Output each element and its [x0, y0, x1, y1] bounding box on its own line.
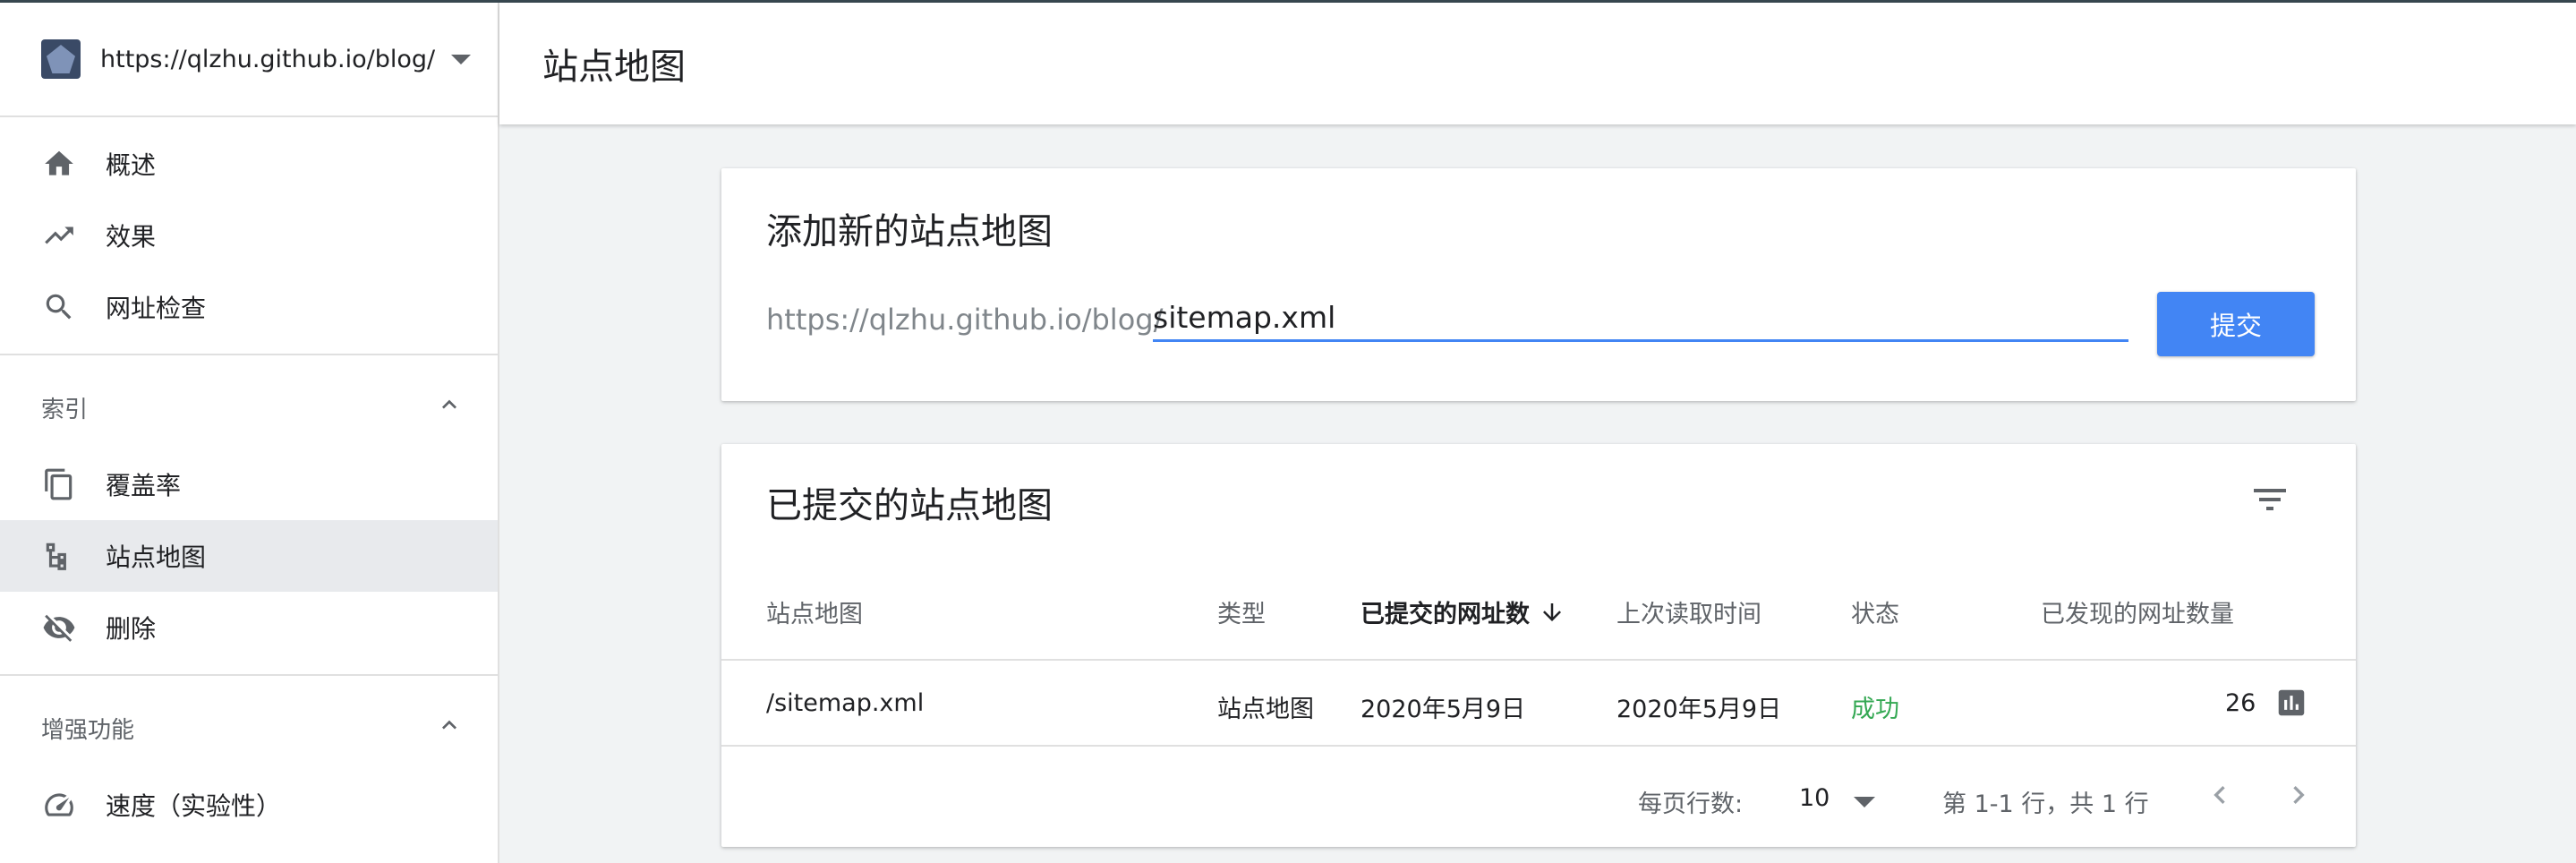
- dropdown-caret-icon[interactable]: [451, 54, 471, 64]
- chevron-left-icon[interactable]: [2202, 777, 2238, 813]
- page-header: 站点地图: [499, 3, 2576, 124]
- sidebar-item-label: 速度（实验性）: [106, 791, 282, 821]
- column-header-submitted[interactable]: 已提交的网址数: [1361, 594, 1565, 629]
- trending-up-icon: [41, 218, 77, 253]
- chevron-up-icon[interactable]: [435, 711, 464, 746]
- add-sitemap-title: 添加新的站点地图: [766, 211, 1053, 252]
- sidebar-item-performance[interactable]: 效果: [0, 200, 498, 271]
- add-sitemap-card: 添加新的站点地图 https://qlzhu.github.io/blog/ 提…: [721, 168, 2356, 401]
- filter-icon[interactable]: [2248, 478, 2291, 521]
- column-header-sitemap[interactable]: 站点地图: [766, 594, 863, 629]
- column-header-submitted-label: 已提交的网址数: [1361, 601, 1530, 628]
- sitemap-url-prefix: https://qlzhu.github.io/blog/: [766, 303, 1164, 337]
- speedometer-icon: [41, 787, 77, 823]
- section-header-enhancements[interactable]: 增强功能: [0, 687, 498, 769]
- sidebar-item-label: 效果: [106, 222, 157, 252]
- sidebar-item-url-inspection[interactable]: 网址检查: [0, 271, 498, 343]
- sidebar-item-overview[interactable]: 概述: [0, 128, 498, 200]
- cell-submitted: 2020年5月9日: [1361, 696, 1526, 723]
- bar-chart-icon[interactable]: [2274, 686, 2308, 720]
- nav-index-section: 索引 覆盖率 站点地图 删除: [0, 355, 498, 676]
- row-divider: [721, 745, 2356, 747]
- copy-pages-icon: [41, 466, 77, 502]
- sidebar-item-label: 概述: [106, 150, 157, 180]
- arrow-down-icon: [1543, 602, 1561, 621]
- column-header-last-read[interactable]: 上次读取时间: [1616, 594, 1761, 629]
- sidebar-item-removals[interactable]: 删除: [0, 592, 498, 663]
- chevron-up-icon[interactable]: [435, 390, 464, 425]
- column-header-status[interactable]: 状态: [1851, 594, 1899, 629]
- rows-per-page-label: 每页行数:: [1638, 790, 1744, 818]
- property-favicon: [41, 39, 81, 79]
- pagination-range: 第 1-1 行，共 1 行: [1942, 790, 2149, 818]
- page-title: 站点地图: [542, 47, 686, 88]
- property-selector[interactable]: https://qlzhu.github.io/blog/: [0, 3, 498, 117]
- cell-sitemap: /sitemap.xml: [766, 689, 925, 717]
- sidebar-item-label: 网址检查: [106, 294, 207, 323]
- submitted-sitemaps-title: 已提交的站点地图: [766, 485, 1053, 526]
- section-title: 索引: [41, 396, 89, 423]
- rows-per-page-select[interactable]: 10: [1799, 784, 1830, 812]
- sidebar-item-label: 站点地图: [106, 543, 207, 572]
- cell-discovered: 26: [2225, 689, 2256, 717]
- sidebar-item-sitemaps[interactable]: 站点地图: [0, 520, 498, 592]
- header-divider: [721, 659, 2356, 661]
- cell-last-read: 2020年5月9日: [1616, 696, 1782, 723]
- sitemap-url-input[interactable]: [1153, 295, 2128, 342]
- visibility-off-icon: [41, 610, 77, 645]
- chevron-right-icon[interactable]: [2281, 777, 2316, 813]
- submit-button[interactable]: 提交: [2157, 292, 2315, 356]
- search-icon: [41, 289, 77, 325]
- sidebar-item-speed[interactable]: 速度（实验性）: [0, 769, 498, 841]
- submitted-sitemaps-card: 已提交的站点地图 站点地图 类型 已提交的网址数 上次读取时间 状态 已发现的网…: [721, 444, 2356, 847]
- sidebar: https://qlzhu.github.io/blog/ 概述 效果 网址检查…: [0, 3, 499, 863]
- home-icon: [41, 146, 77, 182]
- rows-per-page-caret-icon[interactable]: [1854, 797, 1875, 807]
- section-header-index[interactable]: 索引: [0, 366, 498, 449]
- nav-main: 概述 效果 网址检查: [0, 117, 498, 355]
- sitemap-tree-icon: [41, 538, 77, 574]
- sidebar-item-coverage[interactable]: 覆盖率: [0, 449, 498, 520]
- sidebar-item-label: 覆盖率: [106, 471, 182, 500]
- column-header-type[interactable]: 类型: [1217, 594, 1266, 629]
- property-url: https://qlzhu.github.io/blog/: [100, 45, 436, 73]
- status-badge: 成功: [1851, 696, 1899, 723]
- nav-enhancements-section: 增强功能 速度（实验性）: [0, 676, 498, 851]
- column-header-discovered[interactable]: 已发现的网址数量: [2041, 594, 2234, 629]
- section-title: 增强功能: [41, 716, 135, 744]
- cell-type: 站点地图: [1217, 696, 1314, 723]
- sidebar-item-label: 删除: [106, 614, 157, 644]
